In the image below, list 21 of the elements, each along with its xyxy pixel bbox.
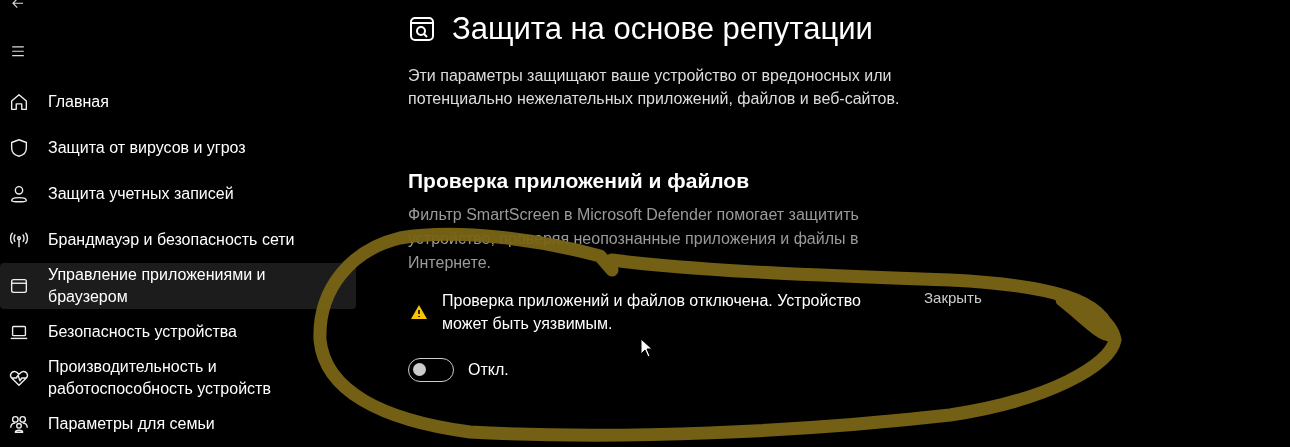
sidebar-item[interactable]: Безопасность устройства (0, 309, 356, 355)
family-icon (8, 413, 30, 435)
home-icon (8, 91, 30, 113)
warning-icon (410, 303, 428, 321)
sidebar-item[interactable]: Производительность и работоспособность устройств (0, 355, 356, 401)
shield-icon (8, 137, 30, 159)
toggle-label: Откл. (468, 361, 509, 379)
dismiss-link[interactable]: Закрыть (924, 289, 982, 306)
person-icon (8, 183, 30, 205)
sidebar-item[interactable]: Защита учетных записей (0, 171, 356, 217)
mouse-pointer-icon (640, 338, 654, 358)
sidebar-item[interactable]: Защита от вирусов и угроз (0, 125, 356, 171)
sidebar-item[interactable]: Управление приложениями и браузером (0, 263, 356, 309)
sidebar-item[interactable]: Параметры для семьи (0, 401, 356, 447)
page-title: Защита на основе репутации (452, 10, 873, 48)
section-heading: Проверка приложений и файлов (408, 168, 751, 194)
browser-search-icon (408, 15, 436, 43)
sidebar-item[interactable]: Главная (0, 79, 356, 125)
warning-message: Проверка приложений и файлов отключена. Устройство может быть уязвимым. (442, 291, 862, 334)
page-description: Эти параметры защищают ваше устройство от вредоносных или потенциально нежелательных приложений, файлов и веб-сайтов. (408, 66, 901, 109)
sidebar-item[interactable]: Брандмауэр и безопасность сети (0, 217, 356, 263)
